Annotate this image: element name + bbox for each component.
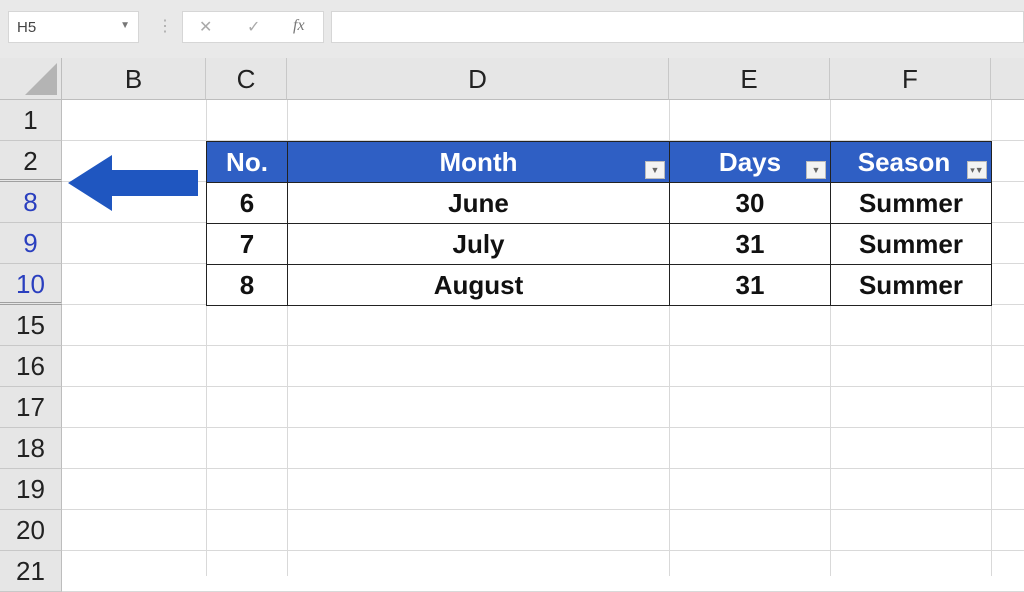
table-cell[interactable]: Summer <box>830 264 992 306</box>
column-header-f[interactable]: F <box>830 58 991 100</box>
table-cell[interactable]: 30 <box>669 182 831 224</box>
table-cell[interactable]: 6 <box>206 182 288 224</box>
header-label: Month <box>439 146 518 177</box>
table-cell[interactable]: July <box>287 223 670 265</box>
left-arrow-icon <box>68 155 198 211</box>
formula-bar: H5 ▼ ⋮ ✕ ✓ fx <box>0 0 1024 58</box>
table-row: 7 July 31 Summer <box>206 223 992 265</box>
table-cell[interactable]: 8 <box>206 264 288 306</box>
column-header-e[interactable]: E <box>669 58 830 100</box>
row-header-16[interactable]: 16 <box>0 346 62 387</box>
row-header-19[interactable]: 19 <box>0 469 62 510</box>
column-header-g[interactable] <box>991 58 1024 100</box>
table-row: 8 August 31 Summer <box>206 264 992 306</box>
cancel-icon[interactable]: ✕ <box>199 17 212 37</box>
header-month[interactable]: Month ▼ <box>287 141 670 183</box>
table-cell[interactable]: 31 <box>669 264 831 306</box>
header-no[interactable]: No. <box>206 141 288 183</box>
table-cell[interactable]: August <box>287 264 670 306</box>
header-label: Season <box>857 146 951 177</box>
grip-icon[interactable]: ⋮ <box>157 16 173 36</box>
header-season[interactable]: Season ▾▼ <box>830 141 992 183</box>
gridline <box>62 386 1024 387</box>
select-all-button[interactable] <box>0 58 62 100</box>
row-header-17[interactable]: 17 <box>0 387 62 428</box>
table-cell[interactable]: June <box>287 182 670 224</box>
filter-dropdown-icon[interactable]: ▼ <box>645 161 665 179</box>
row-header-1[interactable]: 1 <box>0 100 62 141</box>
table-cell[interactable]: 31 <box>669 223 831 265</box>
table-header-row: No. Month ▼ Days ▼ Season ▾▼ <box>206 141 992 183</box>
formula-input[interactable] <box>331 11 1024 43</box>
row-header-2[interactable]: 2 <box>0 141 62 182</box>
check-icon[interactable]: ✓ <box>247 17 260 37</box>
row-header-8[interactable]: 8 <box>0 182 62 223</box>
header-label: Days <box>718 146 782 177</box>
formula-buttons: ✕ ✓ fx <box>182 11 324 43</box>
gridline <box>62 427 1024 428</box>
column-header-d[interactable]: D <box>287 58 669 100</box>
table-cell[interactable]: Summer <box>830 223 992 265</box>
gridline <box>62 345 1024 346</box>
chevron-down-icon[interactable]: ▼ <box>120 20 130 31</box>
gridline <box>62 468 1024 469</box>
table-cell[interactable]: 7 <box>206 223 288 265</box>
fx-icon[interactable]: fx <box>293 17 305 35</box>
row-header-10[interactable]: 10 <box>0 264 62 305</box>
row-header-18[interactable]: 18 <box>0 428 62 469</box>
row-header-9[interactable]: 9 <box>0 223 62 264</box>
name-box[interactable]: H5 ▼ <box>8 11 139 43</box>
filter-active-icon[interactable]: ▾▼ <box>967 161 987 179</box>
row-header-15[interactable]: 15 <box>0 305 62 346</box>
name-box-value: H5 <box>17 19 37 36</box>
row-header-20[interactable]: 20 <box>0 510 62 551</box>
header-days[interactable]: Days ▼ <box>669 141 831 183</box>
table-row: 6 June 30 Summer <box>206 182 992 224</box>
row-header-21[interactable]: 21 <box>0 551 62 592</box>
table-cell[interactable]: Summer <box>830 182 992 224</box>
header-label: No. <box>226 146 268 177</box>
gridline <box>62 550 1024 551</box>
column-header-c[interactable]: C <box>206 58 287 100</box>
filter-dropdown-icon[interactable]: ▼ <box>806 161 826 179</box>
data-table: No. Month ▼ Days ▼ Season ▾▼ 6 June 30 Summer 7… <box>206 141 992 306</box>
column-header-b[interactable]: B <box>62 58 206 100</box>
gridline <box>62 509 1024 510</box>
